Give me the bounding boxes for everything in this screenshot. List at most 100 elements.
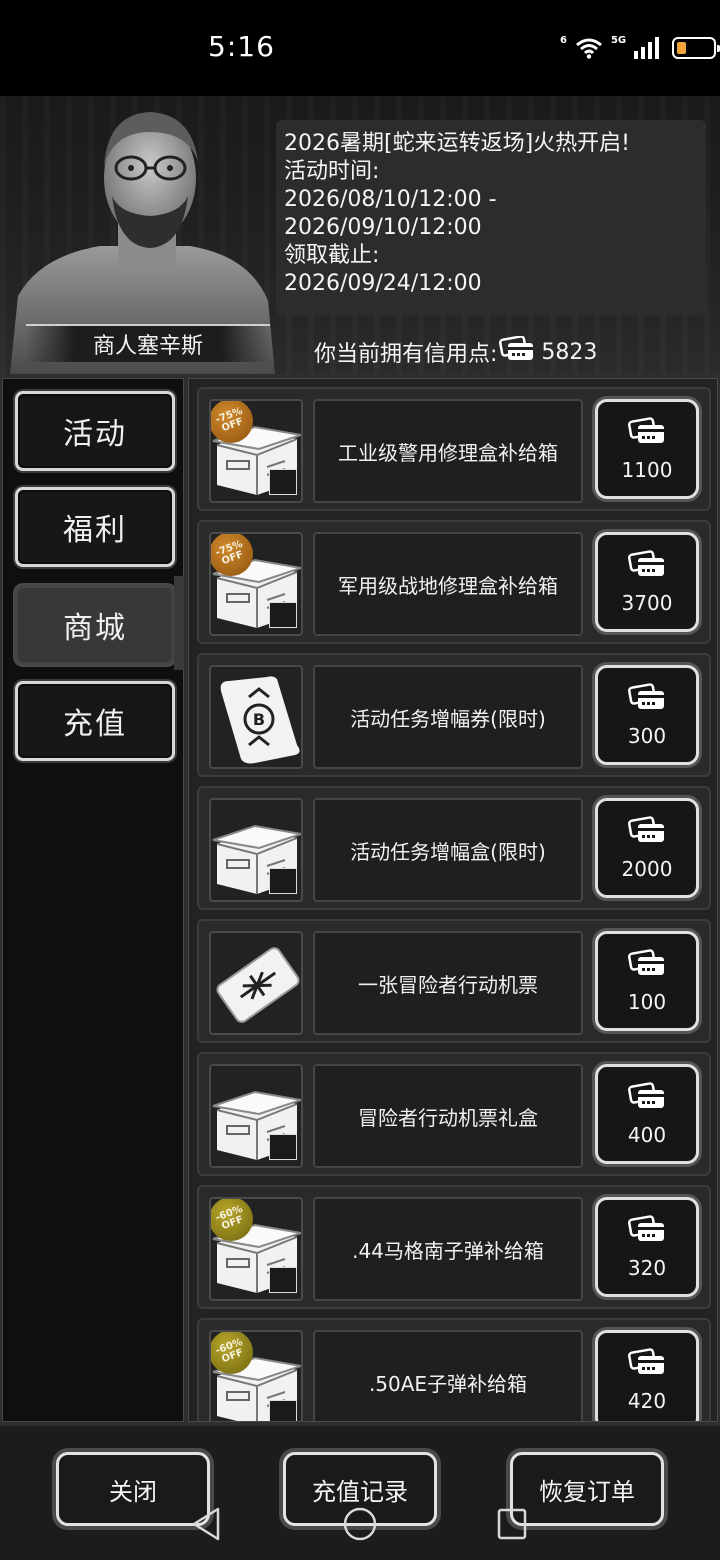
shop-main-panel: 活动 福利 商城 充值 -75% OFF 工业级警用修理盒补给箱 1100 -75% … — [0, 374, 720, 1426]
nav-home-icon[interactable] — [342, 1506, 378, 1542]
shop-item-name: 军用级战地修理盒补给箱 — [313, 532, 583, 636]
credits-label: 你当前拥有信用点: — [314, 342, 498, 367]
recharge-record-label: 充值记录 — [312, 1477, 408, 1506]
shop-item-name: 一张冒险者行动机票 — [313, 931, 583, 1035]
credit-card-icon — [628, 1347, 666, 1381]
buy-button[interactable]: 420 — [595, 1330, 699, 1421]
buy-button[interactable]: 100 — [595, 931, 699, 1031]
close-button-label: 关闭 — [109, 1477, 157, 1506]
credit-card-icon — [628, 682, 666, 716]
tab-label: 商城 — [63, 611, 127, 646]
nav-recents-icon[interactable] — [496, 1506, 530, 1542]
item-price: 300 — [627, 723, 667, 748]
status-bar: 5:16 6 5G — [0, 0, 720, 96]
shop-item-list[interactable]: -75% OFF 工业级警用修理盒补给箱 1100 -75% OFF 军用级战地修理盒补… — [188, 378, 718, 1422]
restore-order-button[interactable]: 恢复订单 — [510, 1452, 664, 1526]
supply-crate-icon — [209, 1064, 303, 1168]
credits-display: 你当前拥有信用点: 5823 — [314, 335, 598, 368]
buy-button[interactable]: 400 — [595, 1064, 699, 1164]
item-price: 420 — [627, 1388, 667, 1413]
discount-badge-text: -75% OFF — [214, 405, 245, 435]
discount-badge-text: -60% OFF — [214, 1336, 245, 1366]
content-preview-icon — [269, 868, 297, 894]
supply-crate-icon: -60% OFF — [209, 1197, 303, 1301]
discount-badge-text: -75% OFF — [214, 538, 245, 568]
svg-text:B: B — [253, 710, 265, 729]
credit-card-icon — [628, 1214, 666, 1248]
status-icons: 6 5G — [560, 34, 720, 62]
wifi-6-label: 6 — [560, 34, 567, 46]
item-price: 400 — [627, 1122, 667, 1147]
shop-item-name: .44马格南子弹补给箱 — [313, 1197, 583, 1301]
credit-card-icon — [628, 948, 666, 982]
announcement-line: 2026/09/10/12:00 — [284, 215, 482, 240]
supply-crate-icon: -75% OFF — [209, 532, 303, 636]
shop-item-name: 活动任务增幅券(限时) — [313, 665, 583, 769]
announcement-line: 2026暑期[蛇来运转返场]火热开启! — [284, 131, 630, 156]
event-announcement: 2026暑期[蛇来运转返场]火热开启! 活动时间: 2026/08/10/12:… — [276, 120, 706, 316]
buy-button[interactable]: 1100 — [595, 399, 699, 499]
merchant-name: 商人塞辛斯 — [26, 324, 270, 362]
discount-badge: -60% OFF — [211, 1199, 253, 1241]
signal-icon — [634, 37, 660, 59]
credit-card-icon — [499, 335, 535, 368]
item-price: 100 — [627, 989, 667, 1014]
shop-item-name: .50AE子弹补给箱 — [313, 1330, 583, 1421]
buy-button[interactable]: 2000 — [595, 798, 699, 898]
tab-recharge[interactable]: 充值 — [15, 681, 175, 761]
item-price: 2000 — [621, 856, 673, 881]
content-preview-icon — [269, 1400, 297, 1421]
tab-label: 福利 — [63, 513, 127, 548]
tab-activity[interactable]: 活动 — [15, 391, 175, 471]
shop-item-row[interactable]: -60% OFF .50AE子弹补给箱 420 — [197, 1318, 711, 1421]
shop-item-row[interactable]: -75% OFF 工业级警用修理盒补给箱 1100 — [197, 387, 711, 511]
status-clock: 5:16 — [208, 30, 275, 63]
credits-value: 5823 — [541, 339, 598, 365]
content-preview-icon — [269, 1134, 297, 1160]
content-preview-icon — [269, 469, 297, 495]
announcement-line: 活动时间: — [284, 159, 380, 184]
buy-button[interactable]: 320 — [595, 1197, 699, 1297]
supply-crate-icon: -60% OFF — [209, 1330, 303, 1421]
discount-badge: -75% OFF — [211, 534, 253, 576]
buy-button[interactable]: 3700 — [595, 532, 699, 632]
announcement-line: 2026/09/24/12:00 — [284, 271, 482, 296]
discount-badge-text: -60% OFF — [214, 1203, 245, 1233]
close-button[interactable]: 关闭 — [56, 1452, 210, 1526]
shop-item-name: 冒险者行动机票礼盒 — [313, 1064, 583, 1168]
category-sidebar: 活动 福利 商城 充值 — [2, 378, 184, 1422]
credit-card-icon — [628, 815, 666, 849]
shop-item-name: 活动任务增幅盒(限时) — [313, 798, 583, 902]
shop-item-row[interactable]: -75% OFF 军用级战地修理盒补给箱 3700 — [197, 520, 711, 644]
tab-label: 活动 — [63, 417, 127, 452]
tab-label: 充值 — [63, 707, 127, 742]
content-preview-icon — [269, 1267, 297, 1293]
ticket-icon — [209, 931, 303, 1035]
credit-card-icon — [628, 1081, 666, 1115]
announcement-line: 领取截止: — [284, 243, 380, 268]
shop-header: 商人塞辛斯 2026暑期[蛇来运转返场]火热开启! 活动时间: 2026/08/… — [0, 96, 720, 374]
merchant-portrait: 商人塞辛斯 — [0, 96, 285, 374]
shop-item-row[interactable]: 活动任务增幅盒(限时) 2000 — [197, 786, 711, 910]
item-price: 320 — [627, 1255, 667, 1280]
credit-card-icon — [628, 549, 666, 583]
battery-icon — [672, 37, 720, 59]
scroll-coupon-icon: B — [209, 665, 303, 769]
discount-badge: -75% OFF — [211, 401, 253, 443]
restore-order-label: 恢复订单 — [539, 1477, 635, 1506]
nav-back-icon[interactable] — [190, 1506, 224, 1542]
credit-card-icon — [628, 416, 666, 450]
tab-store[interactable]: 商城 — [15, 585, 175, 665]
supply-crate-icon — [209, 798, 303, 902]
shop-item-name: 工业级警用修理盒补给箱 — [313, 399, 583, 503]
network-type-label: 5G — [610, 34, 627, 46]
tab-welfare[interactable]: 福利 — [15, 487, 175, 567]
announcement-line: 2026/08/10/12:00 - — [284, 187, 497, 212]
shop-item-row[interactable]: B 活动任务增幅券(限时) 300 — [197, 653, 711, 777]
shop-item-row[interactable]: 冒险者行动机票礼盒 400 — [197, 1052, 711, 1176]
shop-item-row[interactable]: 一张冒险者行动机票 100 — [197, 919, 711, 1043]
content-preview-icon — [269, 602, 297, 628]
shop-item-row[interactable]: -60% OFF .44马格南子弹补给箱 320 — [197, 1185, 711, 1309]
discount-badge: -60% OFF — [211, 1332, 253, 1374]
buy-button[interactable]: 300 — [595, 665, 699, 765]
